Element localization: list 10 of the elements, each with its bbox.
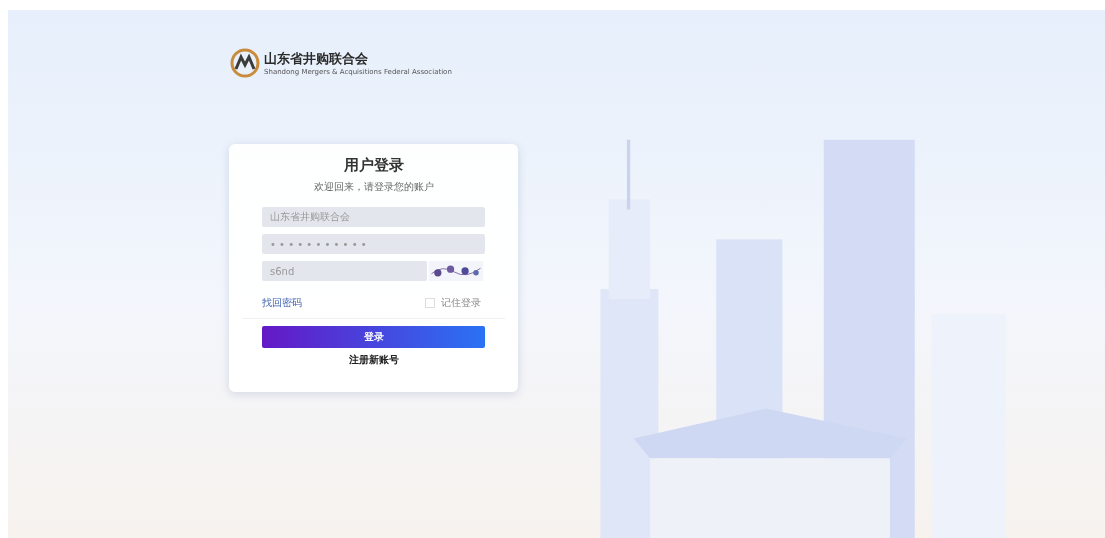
logo-icon (230, 48, 260, 78)
remember-label: 记住登录 (441, 296, 481, 310)
captcha-image[interactable] (427, 261, 485, 281)
forgot-password-link[interactable]: 找回密码 (262, 296, 302, 310)
register-link[interactable]: 注册新账号 (348, 353, 399, 367)
login-title: 用户登录 (342, 156, 405, 175)
login-button[interactable]: 登录 (262, 326, 485, 348)
organization-name: 山东省井购联合会 (264, 50, 369, 68)
welcome-text: 欢迎回来，请登录您的账户 (312, 180, 435, 194)
remember-checkbox[interactable] (425, 298, 435, 308)
